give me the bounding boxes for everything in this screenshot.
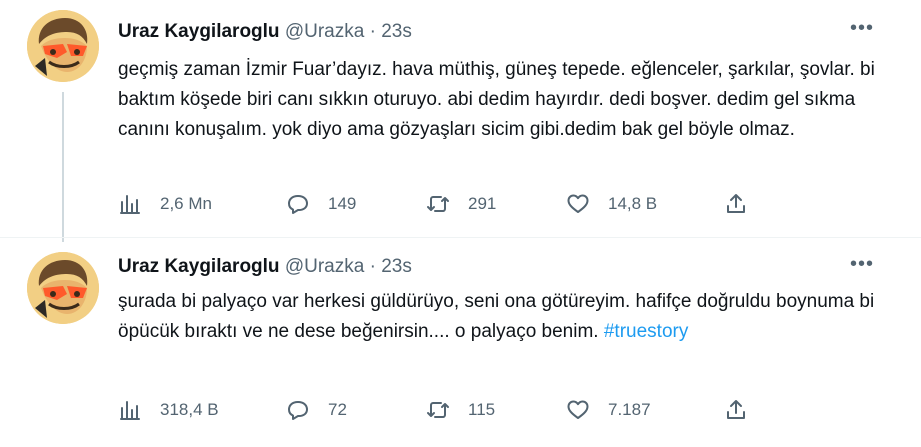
- author-name[interactable]: Uraz Kaygilaroglu: [118, 21, 280, 42]
- reply-icon: [288, 195, 308, 214]
- tweet[interactable]: Uraz Kaygilaroglu @Urazka · 23s ••• geçm…: [0, 0, 921, 237]
- like-count: 7.187: [608, 400, 651, 419]
- author-handle[interactable]: @Urazka: [285, 21, 364, 42]
- like-icon: [567, 194, 589, 213]
- hashtag-link[interactable]: #truestory: [604, 321, 688, 342]
- reply-button[interactable]: 149: [286, 190, 356, 218]
- share-button[interactable]: [724, 190, 748, 218]
- author-name[interactable]: Uraz Kaygilaroglu: [118, 256, 280, 277]
- tweet-header: Uraz Kaygilaroglu @Urazka · 23s: [118, 19, 878, 45]
- reply-count: 72: [328, 400, 347, 419]
- tweet-text: şurada bi palyaço var herkesi güldürüyo,…: [118, 287, 888, 347]
- tweet-header: Uraz Kaygilaroglu @Urazka · 23s: [118, 254, 878, 280]
- tweet-actions: 318,4 B 72 115 7.187: [118, 396, 768, 424]
- share-icon: [727, 400, 745, 419]
- avatar[interactable]: [27, 10, 99, 82]
- retweet-icon: [427, 196, 449, 212]
- separator-dot: ·: [369, 21, 376, 42]
- views-button[interactable]: 2,6 Mn: [118, 190, 212, 218]
- more-icon[interactable]: •••: [847, 18, 877, 44]
- tweet[interactable]: Uraz Kaygilaroglu @Urazka · 23s ••• şura…: [0, 240, 921, 447]
- share-button[interactable]: [724, 396, 748, 424]
- tweet-text: geçmiş zaman İzmir Fuar’dayız. hava müth…: [118, 59, 875, 140]
- tweet-text-content: şurada bi palyaço var herkesi güldürüyo,…: [118, 291, 875, 342]
- avatar[interactable]: [27, 252, 99, 324]
- share-icon: [727, 194, 745, 213]
- separator-dot: ·: [369, 256, 376, 277]
- timestamp[interactable]: 23s: [381, 256, 412, 277]
- views-count: 2,6 Mn: [160, 194, 212, 213]
- like-button[interactable]: 14,8 B: [566, 190, 657, 218]
- retweet-count: 291: [468, 194, 497, 213]
- views-icon: [120, 195, 140, 214]
- reply-button[interactable]: 72: [286, 396, 347, 424]
- more-icon[interactable]: •••: [847, 254, 877, 280]
- views-button[interactable]: 318,4 B: [118, 396, 219, 424]
- reply-count: 149: [328, 194, 357, 213]
- like-button[interactable]: 7.187: [566, 396, 651, 424]
- timestamp[interactable]: 23s: [381, 21, 412, 42]
- reply-icon: [288, 401, 308, 420]
- retweet-button[interactable]: 291: [426, 190, 496, 218]
- retweet-button[interactable]: 115: [426, 396, 495, 424]
- retweet-icon: [427, 402, 449, 418]
- like-count: 14,8 B: [608, 194, 658, 213]
- author-handle[interactable]: @Urazka: [285, 256, 364, 277]
- views-count: 318,4 B: [160, 400, 219, 419]
- retweet-count: 115: [468, 400, 496, 419]
- views-icon: [120, 401, 140, 420]
- tweet-actions: 2,6 Mn 149 291 14,8 B: [118, 190, 768, 218]
- like-icon: [567, 400, 589, 419]
- tweet-divider: [0, 237, 921, 238]
